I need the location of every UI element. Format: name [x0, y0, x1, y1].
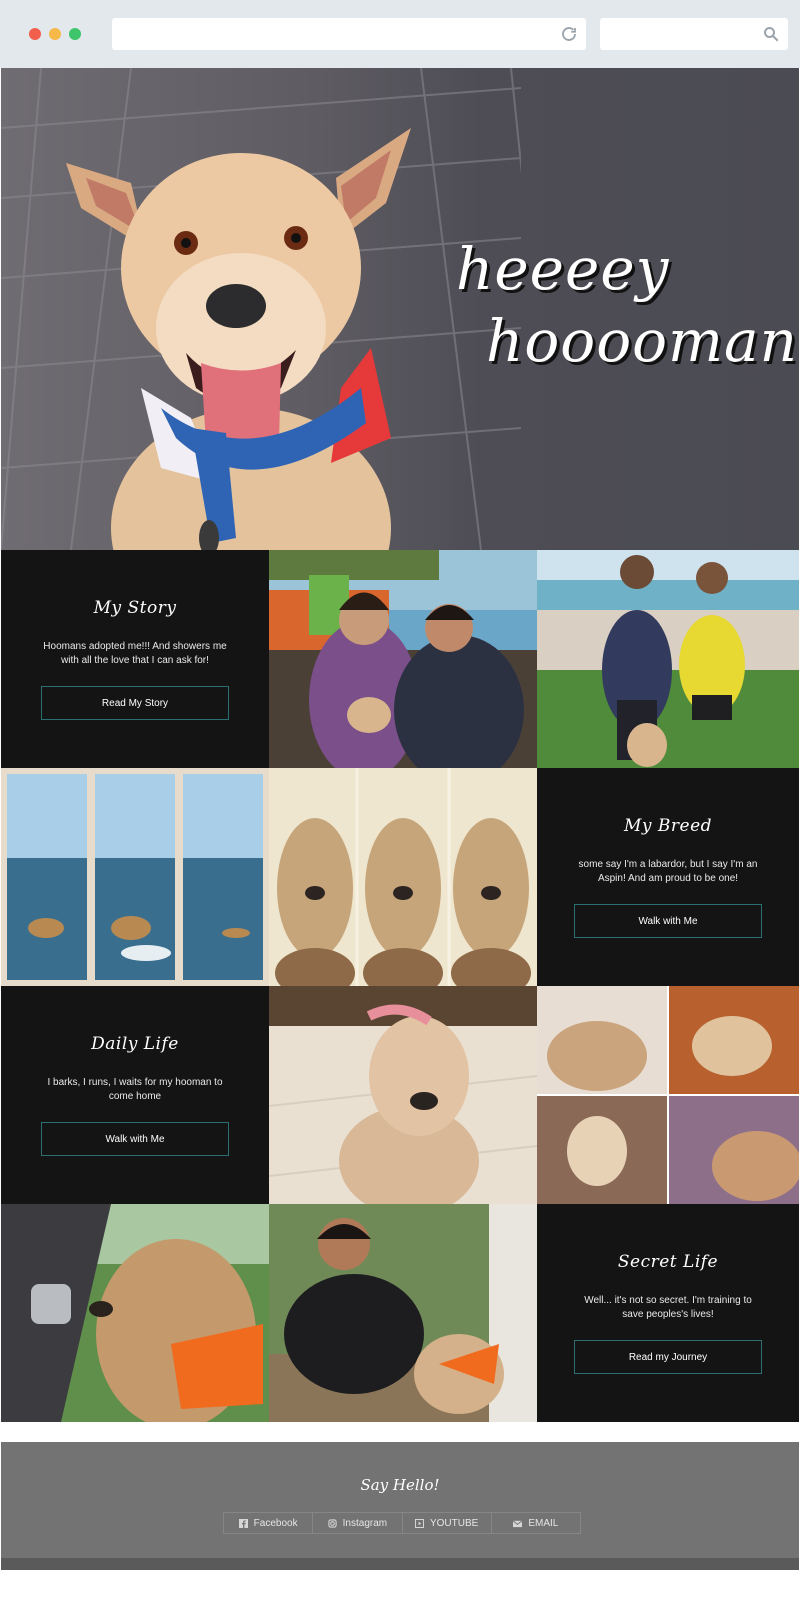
hero-title-line1: heeeey: [456, 235, 670, 303]
instagram-link[interactable]: Instagram: [312, 1512, 402, 1534]
dog-sitting-photo: [269, 986, 537, 1204]
read-my-story-button[interactable]: Read My Story: [41, 686, 229, 720]
secret-life-panel: Secret Life Well... it's not so secret. …: [537, 1204, 799, 1422]
hero-banner: heeeey hooooman!: [1, 68, 799, 550]
dog-in-car-photo: [1, 1204, 269, 1422]
facebook-link[interactable]: Facebook: [223, 1512, 313, 1534]
breed-panel: My Breed some say I'm a labardor, but I …: [537, 768, 799, 986]
hero-title: heeeey hooooman!: [456, 233, 799, 377]
dog-swimming-strip-photo: [1, 768, 269, 986]
social-links: Facebook Instagram YOUTUBE EMAIL: [223, 1512, 581, 1534]
instagram-label: Instagram: [342, 1517, 388, 1529]
daily-life-title: Daily Life: [91, 1034, 179, 1054]
email-icon: [513, 1519, 523, 1527]
gallery-row-4: Secret Life Well... it's not so secret. …: [1, 1204, 799, 1422]
youtube-label: YOUTUBE: [429, 1517, 479, 1529]
youtube-icon: [414, 1518, 424, 1528]
secret-life-text: Well... it's not so secret. I'm training…: [584, 1295, 752, 1320]
dog-triple-portrait-photo: [269, 768, 537, 986]
woman-with-dog-photo: [269, 1204, 537, 1422]
couple-at-beach-photo: [537, 550, 799, 768]
facebook-label: Facebook: [253, 1517, 298, 1529]
minimize-window-dot[interactable]: [49, 28, 61, 40]
email-link[interactable]: EMAIL: [490, 1512, 581, 1534]
read-my-journey-button[interactable]: Read my Journey: [574, 1340, 762, 1374]
search-bar[interactable]: [600, 18, 788, 50]
bottom-bar: [1, 1558, 799, 1570]
daily-life-panel: Daily Life I barks, I runs, I waits for …: [1, 986, 269, 1204]
breed-text: some say I'm a labardor, but I say I'm a…: [578, 859, 758, 884]
youtube-link[interactable]: YOUTUBE: [401, 1512, 491, 1534]
hero-dog-photo: [66, 128, 411, 550]
story-panel: My Story Hoomans adopted me!!! And showe…: [1, 550, 269, 768]
footer: Say Hello! Facebook Instagram YOUTUBE EM…: [1, 1442, 799, 1558]
daily-life-text: I barks, I runs, I waits for my hooman t…: [47, 1077, 223, 1102]
gallery-row-2: My Breed some say I'm a labardor, but I …: [1, 768, 799, 986]
walk-with-me-button-2[interactable]: Walk with Me: [41, 1122, 229, 1156]
close-window-dot[interactable]: [29, 28, 41, 40]
dog-collage-photo: [537, 986, 799, 1204]
story-title: My Story: [93, 598, 177, 618]
story-text: Hoomans adopted me!!! And showers me wit…: [43, 641, 227, 666]
search-icon: [764, 27, 779, 42]
instagram-icon: [328, 1518, 337, 1528]
couple-with-puppy-photo: [269, 550, 537, 768]
maximize-window-dot[interactable]: [69, 28, 81, 40]
walk-with-me-button[interactable]: Walk with Me: [574, 904, 762, 938]
facebook-icon: [238, 1518, 248, 1528]
reload-icon[interactable]: [560, 25, 578, 43]
gallery-row-1: My Story Hoomans adopted me!!! And showe…: [1, 550, 799, 768]
address-bar[interactable]: [112, 18, 586, 50]
browser-chrome: [0, 0, 800, 68]
email-label: EMAIL: [528, 1517, 559, 1529]
footer-title: Say Hello!: [360, 1476, 440, 1494]
hero-title-line2: hooooman!: [486, 307, 799, 375]
gallery-row-3: Daily Life I barks, I runs, I waits for …: [1, 986, 799, 1204]
secret-life-title: Secret Life: [617, 1252, 719, 1272]
breed-title: My Breed: [623, 816, 713, 836]
